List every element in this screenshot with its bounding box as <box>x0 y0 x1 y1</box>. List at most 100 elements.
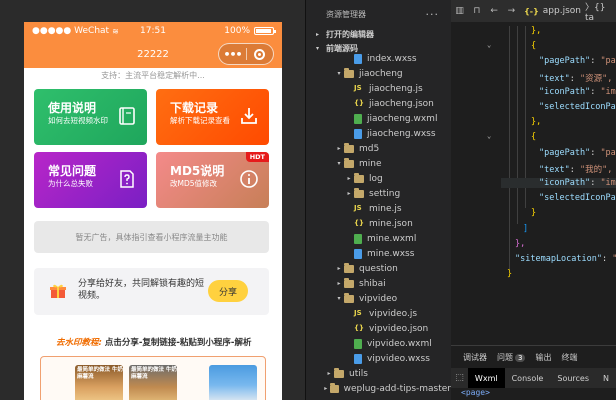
tab-sources[interactable]: Sources <box>550 368 596 388</box>
json-bracket: ] <box>523 223 529 234</box>
folder-icon <box>334 367 344 378</box>
code-line: "sitemapLocation": "site <box>501 254 616 264</box>
tree-item[interactable]: ▸ weplug-add-tips-master <box>306 381 451 396</box>
card-md5-info[interactable]: HDT MD5说明 改MD5值修改 <box>156 152 269 208</box>
tree-item[interactable]: {} vipvideo.json <box>306 321 451 336</box>
tab-terminal[interactable]: 终端 <box>561 352 577 363</box>
folder-icon <box>354 172 364 183</box>
json-bracket: } <box>507 269 513 280</box>
wxss-file-icon <box>354 353 362 364</box>
carrier-label: ●●●●● WeChat <box>32 26 110 36</box>
code-line: "pagePath": "pages <box>501 148 616 158</box>
editor-toolbar: ▥ ⊓ ← → {-} app.json 〉{} ta <box>451 0 616 23</box>
fold-chevron-icon[interactable]: ⌄ <box>487 132 491 140</box>
card-faq[interactable]: 常见问题 为什么总失败 <box>34 152 147 208</box>
tree-item[interactable]: jiaocheng.wxss <box>306 126 451 141</box>
tree-item[interactable]: vipvideo.wxml <box>306 336 451 351</box>
tree-item-label: jiaocheng.json <box>369 98 434 109</box>
card-download-history[interactable]: 下载记录 解析下载记录查看 <box>156 89 269 145</box>
tab-more[interactable]: N <box>596 368 616 388</box>
split-editor-icon[interactable]: ▥ <box>451 6 468 16</box>
tutorial-thumb <box>209 365 257 400</box>
json-value: "pages <box>600 147 616 158</box>
json-key: "iconPath" <box>539 86 591 97</box>
folder-icon <box>344 262 354 273</box>
close-target-button[interactable] <box>247 48 273 60</box>
tutorial-preview: 最简单的做法 牛奶麻薯流 最简单的做法 牛奶麻薯流 <box>40 356 266 400</box>
tree-item[interactable]: ▸ setting <box>306 186 451 201</box>
tree-item[interactable]: ▾ mine <box>306 156 451 171</box>
forward-arrow-icon[interactable]: → <box>503 6 520 16</box>
menu-capsule[interactable]: ••• <box>218 43 274 65</box>
tree-item[interactable]: ▾ vipvideo <box>306 291 451 306</box>
chevron-right-icon: ▸ <box>316 31 320 38</box>
tree-item-label: mine.wxss <box>367 248 415 259</box>
chevron-right-icon[interactable]: ▸ <box>334 280 344 287</box>
tree-item[interactable]: index.wxss <box>306 51 451 66</box>
card-usage-guide[interactable]: 使用说明 如何去短视频水印 <box>34 89 147 145</box>
bookmark-icon[interactable]: ⊓ <box>468 6 485 16</box>
code-line: }, <box>501 117 541 127</box>
tree-item-label: vipvideo.js <box>369 308 418 319</box>
breadcrumb-file[interactable]: app.json <box>543 6 581 16</box>
json-key: "pagePath" <box>539 56 591 67</box>
tree-item-label: md5 <box>359 143 380 154</box>
explorer-panel: 资源管理器 ··· ▸ 打开的编辑器 ▾ 前端源码 index.wxss ▾ jia… <box>306 0 451 400</box>
info-icon <box>240 170 258 188</box>
back-arrow-icon[interactable]: ← <box>486 6 503 16</box>
folder-icon <box>344 292 354 303</box>
chevron-right-icon[interactable]: ▸ <box>324 370 334 377</box>
tree-item[interactable]: JS vipvideo.js <box>306 306 451 321</box>
fold-chevron-icon[interactable]: ⌄ <box>487 41 491 49</box>
tree-item[interactable]: JS jiaocheng.js <box>306 81 451 96</box>
code-line: "iconPath": "image <box>501 87 616 97</box>
tab-debugger[interactable]: 调试器 <box>463 352 487 363</box>
simulator-panel: ●●●●● WeChat ≋ 17:51 100% 22222 ••• 支持：主流… <box>0 0 306 400</box>
explorer-header: 资源管理器 ··· <box>306 0 451 28</box>
tab-wxml[interactable]: Wxml <box>467 368 505 388</box>
chevron-right-icon[interactable]: ▸ <box>321 385 330 392</box>
chevron-down-icon[interactable]: ▾ <box>334 70 344 77</box>
more-actions-icon[interactable]: ··· <box>426 8 440 21</box>
tree-item-label: vipvideo.json <box>369 323 429 334</box>
json-colon: : <box>590 178 601 188</box>
tab-problems[interactable]: 问题 3 <box>497 352 526 363</box>
tab-console[interactable]: Console <box>505 368 551 388</box>
tree-item-label: utils <box>349 368 368 379</box>
json-value: "我的", <box>579 164 613 175</box>
chevron-down-icon[interactable]: ▾ <box>334 160 344 167</box>
tree-item[interactable]: ▸ log <box>306 171 451 186</box>
tree-item[interactable]: mine.wxml <box>306 231 451 246</box>
chevron-down-icon[interactable]: ▾ <box>334 295 344 302</box>
tree-item[interactable]: {} mine.json <box>306 216 451 231</box>
chevron-right-icon[interactable]: ▸ <box>344 175 354 182</box>
tab-output[interactable]: 输出 <box>535 352 551 363</box>
tree-item[interactable]: ▸ md5 <box>306 141 451 156</box>
json-colon: : <box>569 164 580 175</box>
thumb-caption: 最简单的做法 牛奶麻薯流 <box>77 367 123 380</box>
inspect-element-icon[interactable]: ⬚ <box>451 373 468 383</box>
section-open-editors[interactable]: ▸ 打开的编辑器 <box>306 28 451 41</box>
tree-item[interactable]: vipvideo.wxss <box>306 351 451 366</box>
breadcrumb-path[interactable]: 〉{} ta <box>585 0 616 23</box>
tree-item-label: weplug-add-tips-master <box>343 383 451 394</box>
code-line: }, <box>501 239 525 249</box>
tree-item[interactable]: {} jiaocheng.json <box>306 96 451 111</box>
tree-item[interactable]: mine.wxss <box>306 246 451 261</box>
more-dots-icon[interactable]: ••• <box>219 48 246 61</box>
chevron-right-icon[interactable]: ▸ <box>334 145 344 152</box>
tree-item[interactable]: JS mine.js <box>306 201 451 216</box>
chevron-right-icon[interactable]: ▸ <box>334 265 344 272</box>
tree-item[interactable]: ▸ shibai <box>306 276 451 291</box>
tree-item[interactable]: ▾ jiaocheng <box>306 66 451 81</box>
share-button[interactable]: 分享 <box>208 280 248 302</box>
wxml-page-node[interactable]: <page> <box>461 388 490 397</box>
chevron-right-icon[interactable]: ▸ <box>344 190 354 197</box>
tree-item[interactable]: ▸ question <box>306 261 451 276</box>
wxss-file-icon <box>354 248 362 259</box>
tree-item[interactable]: jiaocheng.wxml <box>306 111 451 126</box>
json-key: "sitemapLocation" <box>515 254 602 264</box>
code-line: "selectedIconPath": <box>501 102 616 112</box>
tree-item[interactable]: ▸ utils <box>306 366 451 381</box>
code-line: "text": "我的", <box>501 163 612 175</box>
